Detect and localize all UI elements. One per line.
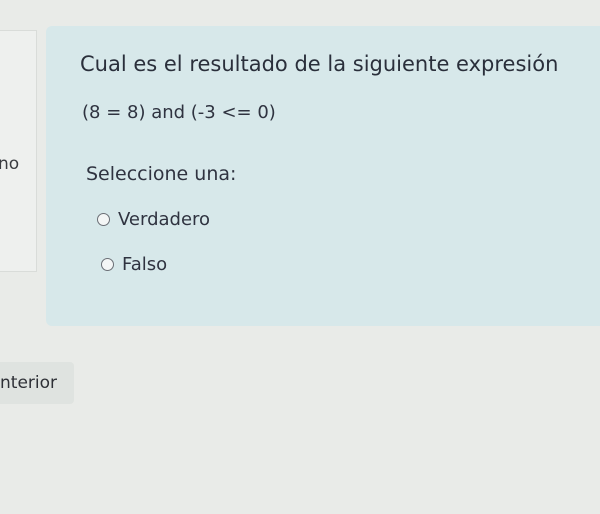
- answer-option-verdadero[interactable]: Verdadero: [97, 209, 210, 230]
- radio-button[interactable]: [97, 213, 110, 226]
- answer-option-label: Falso: [122, 254, 168, 275]
- quiz-navigation-panel: [0, 30, 37, 272]
- previous-page-label: nterior: [0, 373, 58, 393]
- answer-option-falso[interactable]: Falso: [101, 254, 167, 275]
- question-text: Cual es el resultado de la siguiente exp…: [80, 52, 559, 76]
- answer-prompt: Seleccione una:: [86, 163, 237, 185]
- answer-option-label: Verdadero: [118, 209, 211, 230]
- previous-page-button[interactable]: nterior: [0, 362, 74, 404]
- left-panel-text: no: [0, 154, 20, 174]
- radio-button[interactable]: [101, 258, 114, 271]
- question-expression: (8 = 8) and (-3 <= 0): [82, 102, 276, 123]
